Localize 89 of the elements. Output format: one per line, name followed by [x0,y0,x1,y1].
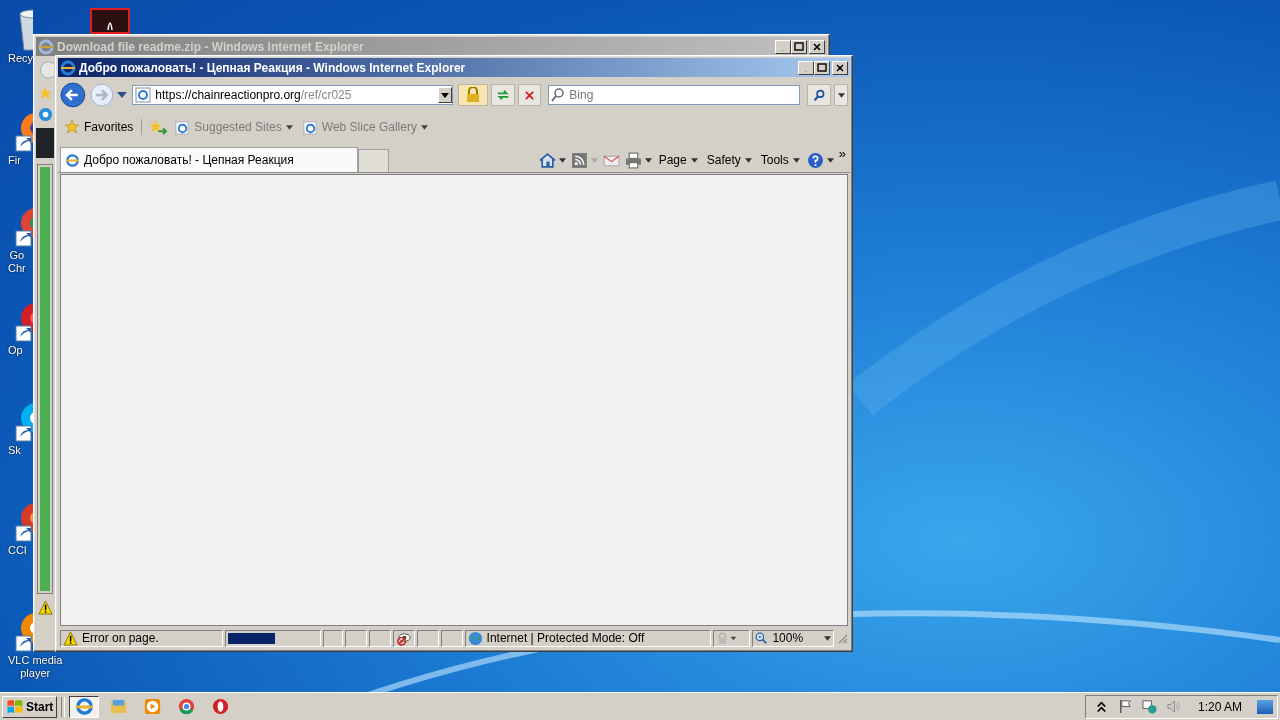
close-icon [835,62,845,73]
lock-icon [465,87,480,103]
star-icon [64,119,80,135]
home-icon[interactable] [538,151,556,169]
caret-icon[interactable] [644,157,652,163]
more-commands[interactable]: » [838,148,846,160]
dark-panel [36,128,54,158]
search-icon [812,88,826,102]
status-message: Error on page. [82,631,159,645]
document-icon[interactable] [90,8,130,34]
desktop-icon-label: Sk [7,444,21,457]
caret-icon [690,157,698,163]
show-desktop-button[interactable] [1257,699,1273,714]
caret-icon [285,124,293,130]
caret-icon [744,157,752,163]
maximize-button[interactable] [814,60,830,75]
status-pane [344,629,367,647]
stop-icon [523,89,535,101]
dropdown-button[interactable] [438,87,453,103]
desktop-icon-label: CCl [7,544,27,557]
refresh-icon [495,88,510,102]
privacy-icon[interactable] [395,630,411,646]
status-pane [368,629,391,647]
caret-icon [420,124,428,130]
address-field[interactable]: https://chainreactionpro.org/ref/cr025 [132,85,454,105]
app-icon [108,697,128,716]
caret-icon [824,635,832,641]
ie-icon [60,59,76,76]
back-button-icon[interactable] [60,82,86,108]
warning-icon[interactable] [63,630,78,646]
status-pane [322,629,343,647]
caret-icon [792,157,800,163]
desktop-icon-label: Recy [7,52,34,65]
page-icon [302,119,318,135]
page-icon [175,119,191,135]
command-menu[interactable]: Safety [704,153,754,167]
security-zone: Internet | Protected Mode: Off [486,631,645,645]
window-title: Добро пожаловать! - Цепная Реакция - Windows Internet Explorer [79,60,467,75]
warning-icon [37,600,53,615]
search-field[interactable]: Bing [548,85,801,105]
lock-button[interactable] [458,84,488,106]
caret-icon[interactable] [826,157,834,163]
close-icon [812,41,822,52]
desktop-icon-label: Op [7,344,23,357]
command-menu[interactable]: Page [656,153,700,167]
status-pane [440,629,463,647]
command-menu[interactable]: Tools [758,153,802,167]
close-button[interactable] [832,60,848,75]
ie-icon [65,152,80,168]
search-options-button[interactable] [834,84,848,106]
clock[interactable]: 1:20 AM [1197,699,1242,714]
help-icon[interactable] [806,151,824,169]
search-button[interactable] [807,84,832,106]
desktop-icon-label: Fir [7,154,21,167]
desktop-icon-label: Go Chr [7,249,26,275]
print-icon[interactable] [624,151,642,169]
ie-taskbar-button[interactable] [69,695,100,718]
star-icon[interactable] [37,86,53,101]
app-icon [176,697,196,716]
feed-icon[interactable] [570,151,588,169]
ie-icon [38,38,54,55]
start-button[interactable]: Start [2,695,58,718]
search-icon [550,87,567,103]
status-pane [416,629,439,647]
app-icon [210,697,230,716]
caret-icon [441,92,450,98]
flag-icon[interactable] [1117,699,1133,714]
maximize-icon [817,62,827,73]
globe-icon[interactable] [467,630,483,646]
browser-tab[interactable]: Добро пожаловать! - Цепная Реакция [60,147,358,172]
zoom-button[interactable]: 100% [752,629,835,647]
window-title: Download file readme.zip - Windows Internet Explorer [57,39,365,54]
app-icon [142,697,162,716]
maximize-icon [794,41,804,52]
app-icon [74,697,94,716]
desktop-icon-label: VLC media player [7,654,63,680]
caret-icon [837,92,845,98]
stop-button[interactable] [517,84,542,106]
favorites-button[interactable]: Favorites [62,119,143,135]
page-icon [135,87,152,103]
caret-icon[interactable] [117,92,128,98]
ie-icon [37,107,53,122]
refresh-button[interactable] [490,84,515,106]
zoom-icon [755,631,769,645]
minimize-button[interactable] [798,60,814,75]
network-icon[interactable] [1141,699,1157,714]
caret-icon[interactable] [558,157,566,163]
resize-grip-icon[interactable] [836,632,848,644]
windows-logo-icon [6,699,24,714]
